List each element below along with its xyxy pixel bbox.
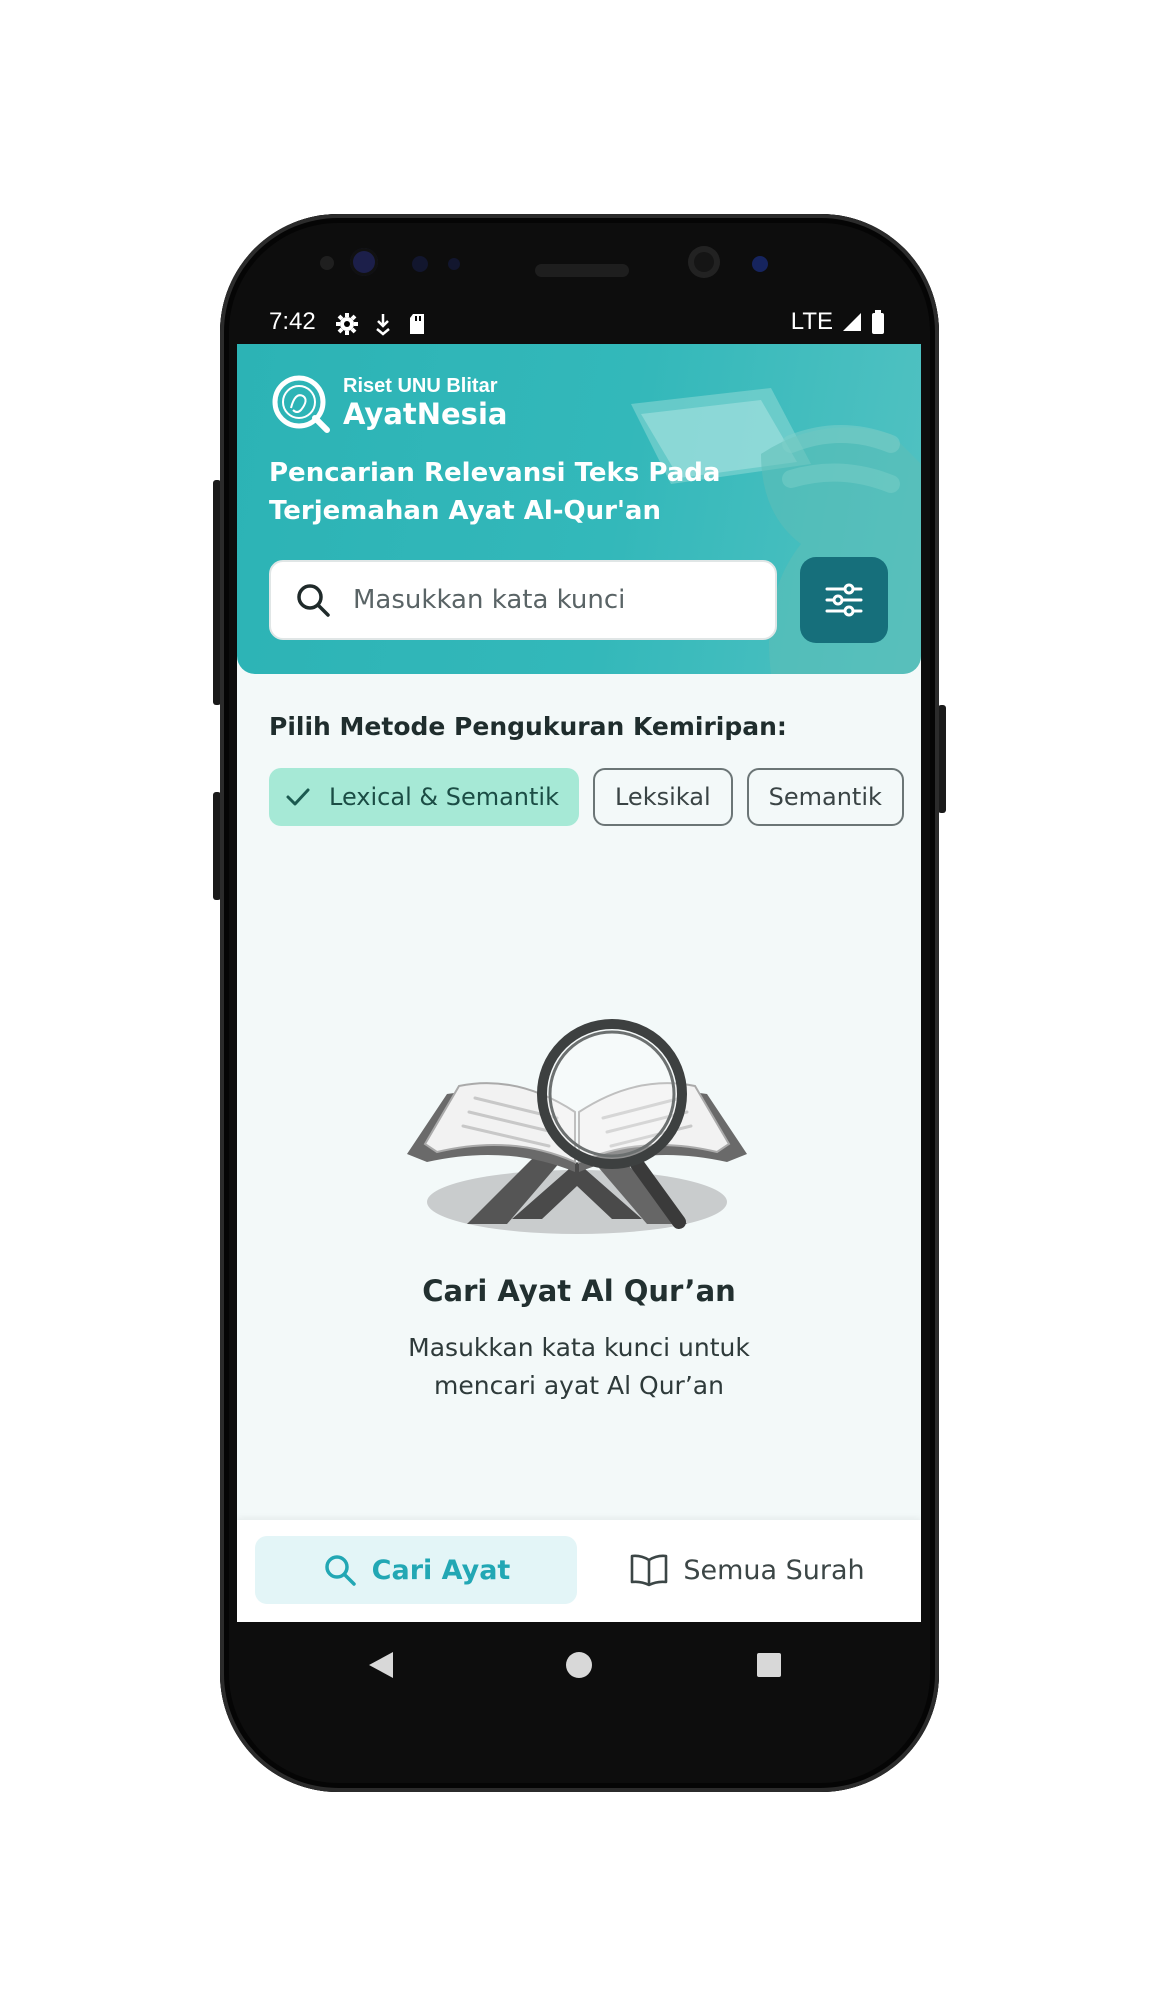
search-icon (324, 1555, 356, 1586)
search-field[interactable] (269, 560, 777, 640)
chip-label: Lexical & Semantik (329, 783, 559, 811)
page-headline: Pencarian Relevansi Teks Pada Terjemahan… (269, 458, 721, 526)
nav-label: Cari Ayat (371, 1554, 511, 1586)
method-chips: Lexical & Semantik Leksikal Semantik (269, 768, 904, 826)
status-bar: 7:42 LTE (237, 300, 921, 348)
signal-icon (843, 313, 861, 331)
check-icon (286, 788, 310, 806)
book-icon (631, 1554, 668, 1587)
search-icon (297, 584, 330, 617)
power-button (938, 705, 946, 813)
chip-lexical-semantik[interactable]: Lexical & Semantik (269, 768, 579, 826)
ayatnesia-logo-icon (272, 375, 330, 433)
app-screen: Riset UNU Blitar AyatNesia Pencarian Rel… (237, 344, 921, 1622)
battery-icon (872, 310, 884, 334)
sensor-dot (448, 258, 460, 270)
chip-semantik[interactable]: Semantik (746, 768, 904, 826)
empty-state-description: Masukkan kata kunci untuk mencari ayat A… (408, 1333, 750, 1400)
recents-icon[interactable] (755, 1650, 783, 1680)
chip-leksikal[interactable]: Leksikal (592, 768, 733, 826)
system-navigation-bar (237, 1622, 921, 1708)
nav-cari-ayat[interactable]: Cari Ayat (255, 1536, 577, 1604)
method-label: Pilih Metode Pengukuran Kemiripan: (269, 712, 787, 741)
nav-semua-surah[interactable]: Semua Surah (607, 1536, 887, 1604)
app-name: AyatNesia (343, 397, 508, 431)
chip-label: Semantik (768, 783, 882, 811)
filter-button[interactable] (800, 557, 888, 643)
download-icon (376, 314, 390, 336)
bottom-navigation: Cari Ayat Semua Surah (237, 1520, 921, 1622)
home-icon[interactable] (565, 1650, 593, 1680)
nav-label: Semua Surah (683, 1554, 865, 1586)
settings-icon (336, 313, 358, 335)
empty-state-title: Cari Ayat Al Qur’an (422, 1274, 736, 1308)
network-type: LTE (790, 308, 833, 335)
org-name: Riset UNU Blitar (343, 375, 498, 397)
iris-sensor (350, 248, 378, 276)
earpiece-speaker (535, 264, 629, 277)
search-input[interactable] (351, 584, 755, 616)
proximity-sensor (752, 256, 768, 272)
quran-search-illustration (407, 1019, 747, 1234)
front-camera (688, 246, 720, 278)
sensor-dot (412, 256, 428, 272)
status-time: 7:42 (269, 308, 316, 335)
chip-label: Leksikal (614, 783, 711, 811)
sd-card-icon (410, 314, 424, 334)
back-icon[interactable] (367, 1650, 395, 1680)
sliders-icon (825, 583, 863, 617)
brand: Riset UNU Blitar AyatNesia (269, 372, 507, 434)
header-banner: Riset UNU Blitar AyatNesia Pencarian Rel… (237, 344, 921, 674)
sensor-dot (320, 256, 334, 270)
